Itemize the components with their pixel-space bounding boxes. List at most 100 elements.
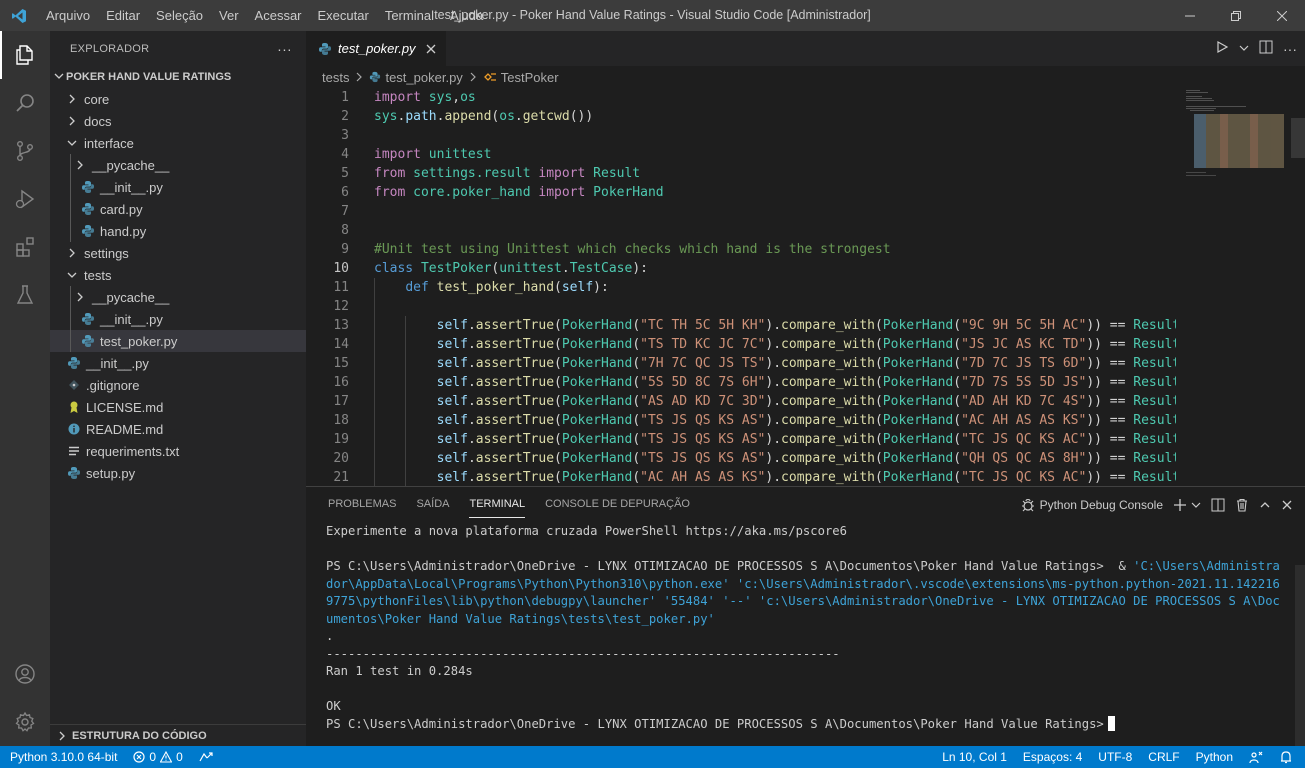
close-tab-icon[interactable] — [426, 44, 436, 54]
account-icon[interactable] — [0, 650, 50, 698]
breadcrumb-symbol[interactable]: TestPoker — [501, 70, 559, 85]
tree-file[interactable]: LICENSE.md — [50, 396, 306, 418]
tree-file[interactable]: __init__.py — [50, 308, 306, 330]
tree-file[interactable]: __init__.py — [50, 176, 306, 198]
code-token: assertTrue — [475, 356, 555, 371]
tree-file[interactable]: requeriments.txt — [50, 440, 306, 462]
extensions-icon[interactable] — [0, 223, 50, 271]
tab-debug-console[interactable]: CONSOLE DE DEPURAÇÃO — [535, 487, 700, 522]
tree-folder[interactable]: __pycache__ — [50, 286, 306, 308]
tab-terminal[interactable]: TERMINAL — [459, 487, 535, 522]
tree-folder[interactable]: tests — [50, 264, 306, 286]
code-token: )) == — [1086, 470, 1134, 485]
code-line: 3 — [306, 126, 1176, 145]
tab-problems[interactable]: PROBLEMAS — [318, 487, 406, 522]
tree-folder[interactable]: interface — [50, 132, 306, 154]
code-token: ). — [765, 375, 782, 390]
close-panel-icon[interactable] — [1281, 499, 1293, 511]
indentation[interactable]: Espaços: 4 — [1015, 746, 1090, 768]
testing-flask-icon[interactable] — [0, 271, 50, 319]
code-token: ( — [953, 375, 962, 390]
editor-scrollbar[interactable] — [1291, 88, 1305, 486]
explorer-icon[interactable] — [0, 31, 50, 79]
tree-folder[interactable]: core — [50, 88, 306, 110]
project-section-header[interactable]: POKER HAND VALUE RATINGS — [50, 66, 306, 88]
code-editor[interactable]: 1 import sys,os 2 sys.path.append(os.getcwd… — [306, 88, 1176, 486]
search-icon[interactable] — [0, 79, 50, 127]
source-control-icon[interactable] — [0, 127, 50, 175]
code-text: self.assertTrue(PokerHand("TS JS QS KS A… — [374, 449, 1176, 468]
code-token: PokerHand — [882, 337, 954, 352]
terminal-scrollbar[interactable] — [1295, 565, 1305, 747]
tree-folder[interactable]: docs — [50, 110, 306, 132]
code-token: core.poker_hand — [413, 185, 531, 200]
tree-file[interactable]: README.md — [50, 418, 306, 440]
feedback-icon[interactable] — [1241, 746, 1271, 768]
error-icon — [133, 751, 146, 763]
trash-icon[interactable] — [1235, 498, 1249, 512]
problems-indicator[interactable]: 0 0 — [125, 746, 190, 768]
code-token: PokerHand — [561, 375, 633, 390]
run-file-icon[interactable] — [1215, 40, 1229, 57]
code-token: "QH QS QC AS 8H" — [961, 451, 1087, 466]
code-token: PokerHand — [593, 185, 664, 200]
settings-gear-icon[interactable] — [0, 698, 50, 746]
code-token: . — [467, 451, 476, 466]
split-editor-icon[interactable] — [1259, 40, 1273, 57]
code-token: PokerHand — [882, 470, 954, 485]
split-terminal-icon[interactable] — [1211, 498, 1225, 512]
live-share-icon[interactable] — [191, 746, 221, 768]
minimap[interactable] — [1180, 88, 1290, 486]
tree-file[interactable]: __init__.py — [50, 352, 306, 374]
menu-6[interactable]: Terminal — [377, 0, 442, 31]
terminal-output[interactable]: Experimente a nova plataforma cruzada Po… — [326, 523, 1286, 733]
tree-file[interactable]: .gitignore — [50, 374, 306, 396]
tree-file[interactable]: setup.py — [50, 462, 306, 484]
restore-button[interactable] — [1213, 0, 1259, 31]
line-number: 11 — [333, 280, 349, 295]
menu-1[interactable]: Editar — [98, 0, 148, 31]
tree-file[interactable]: hand.py — [50, 220, 306, 242]
outline-section-header[interactable]: ESTRUTURA DO CÓDIGO — [50, 724, 306, 746]
new-terminal-icon[interactable] — [1173, 498, 1187, 512]
code-token: ( — [953, 432, 962, 447]
code-token: )) == — [1086, 432, 1134, 447]
git-diamond-icon — [66, 379, 82, 391]
code-token: unittest — [499, 261, 562, 276]
chevron-right-icon — [72, 292, 88, 302]
close-window-button[interactable] — [1259, 0, 1305, 31]
tree-file[interactable]: test_poker.py — [50, 330, 306, 352]
breadcrumb-file[interactable]: test_poker.py — [385, 70, 462, 85]
menu-0[interactable]: Arquivo — [38, 0, 98, 31]
tree-folder[interactable]: settings — [50, 242, 306, 264]
code-token: ( — [953, 451, 962, 466]
run-dropdown-icon[interactable] — [1239, 41, 1249, 56]
language-mode[interactable]: Python — [1188, 746, 1241, 768]
more-editor-actions-icon[interactable]: ··· — [1283, 41, 1297, 57]
menu-2[interactable]: Seleção — [148, 0, 211, 31]
python-interpreter[interactable]: Python 3.10.0 64-bit — [0, 746, 125, 768]
code-token: ( — [953, 394, 962, 409]
tree-file[interactable]: card.py — [50, 198, 306, 220]
run-debug-icon[interactable] — [0, 175, 50, 223]
menu-7[interactable]: Ajuda — [442, 0, 491, 31]
tree-folder[interactable]: __pycache__ — [50, 154, 306, 176]
more-actions-icon[interactable]: ··· — [277, 41, 292, 57]
menu-4[interactable]: Acessar — [247, 0, 310, 31]
encoding[interactable]: UTF-8 — [1090, 746, 1140, 768]
menu-3[interactable]: Ver — [211, 0, 247, 31]
minimize-button[interactable] — [1167, 0, 1213, 31]
notifications-bell-icon[interactable] — [1271, 746, 1305, 768]
chevron-down-icon[interactable] — [1191, 500, 1201, 510]
cursor-position[interactable]: Ln 10, Col 1 — [934, 746, 1015, 768]
tab-output[interactable]: SAÍDA — [406, 487, 459, 522]
menu-5[interactable]: Executar — [310, 0, 377, 31]
terminal-select[interactable]: Python Debug Console — [1040, 498, 1163, 512]
code-token: . — [467, 337, 476, 352]
maximize-panel-icon[interactable] — [1259, 499, 1271, 511]
tab-test-poker[interactable]: test_poker.py — [306, 31, 446, 66]
end-of-line[interactable]: CRLF — [1140, 746, 1187, 768]
breadcrumb-folder[interactable]: tests — [322, 70, 349, 85]
tree-item-label: __init__.py — [100, 311, 163, 327]
